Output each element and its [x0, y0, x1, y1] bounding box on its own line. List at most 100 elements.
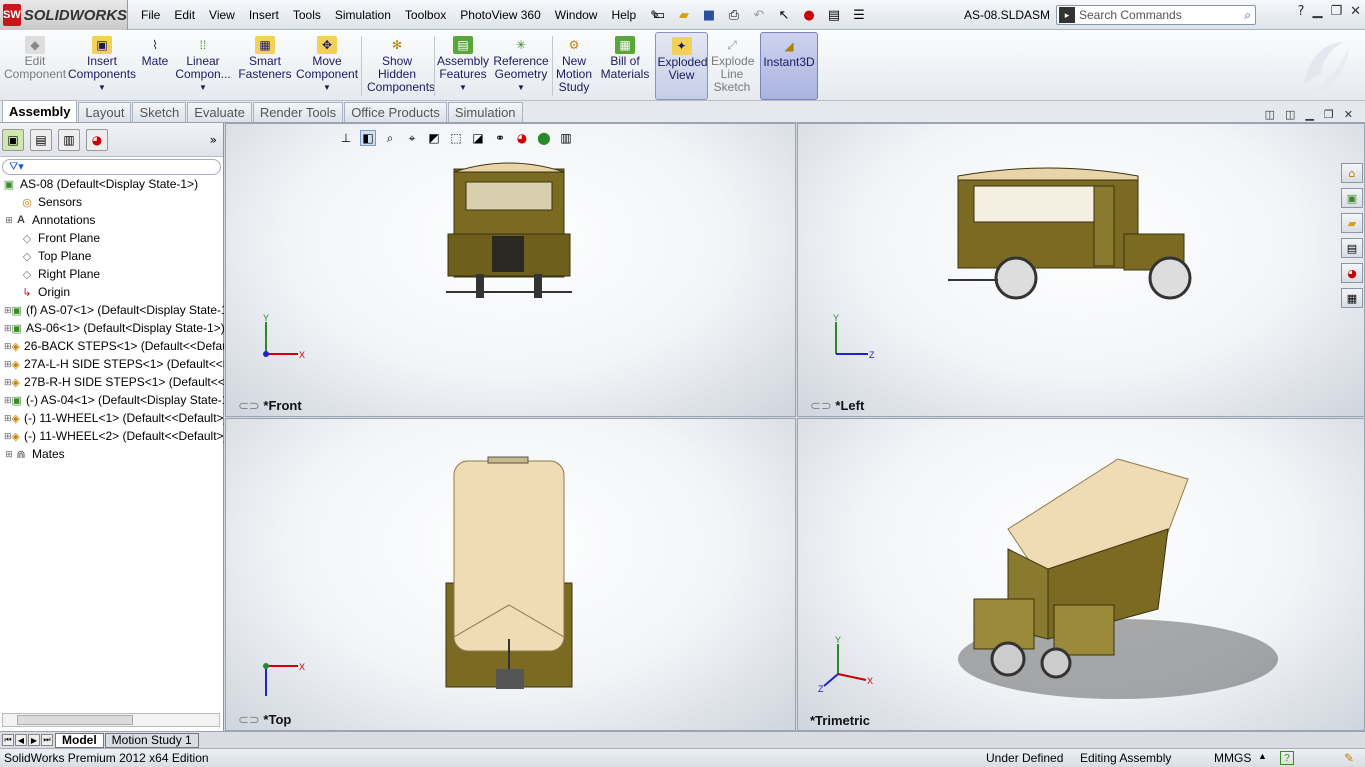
- help-icon[interactable]: ?: [1298, 4, 1305, 19]
- scrollbar-thumb[interactable]: [17, 715, 133, 725]
- viewport-top[interactable]: X ⊂⊃ *Top: [225, 418, 796, 731]
- assembly-features-button[interactable]: ▤ Assembly Features ▼: [437, 32, 489, 100]
- tab-layout[interactable]: Layout: [78, 102, 132, 122]
- configuration-manager-tab-icon[interactable]: ▥: [58, 128, 80, 151]
- expand-plus-icon[interactable]: ⊞: [4, 359, 12, 370]
- previous-view-icon[interactable]: ⌖: [404, 130, 420, 146]
- view-palette-icon[interactable]: ▤: [1341, 238, 1363, 258]
- chevron-down-icon[interactable]: ▼: [199, 81, 207, 94]
- display-style-icon[interactable]: ◪: [470, 130, 486, 146]
- tree-item-lh-side-steps[interactable]: ⊞ ◈ 27A-L-H SIDE STEPS<1> (Default<<Defa…: [0, 355, 224, 373]
- tab-motion-study-1[interactable]: Motion Study 1: [104, 732, 199, 748]
- open-folder-icon[interactable]: ▰: [673, 5, 695, 25]
- linear-pattern-button[interactable]: ⁞⁞ Linear Compon... ▼: [174, 32, 232, 100]
- property-manager-tab-icon[interactable]: ▤: [30, 128, 52, 151]
- menu-tools[interactable]: Tools: [286, 8, 328, 22]
- exploded-view-button[interactable]: ✦ Exploded View: [655, 32, 708, 100]
- expand-plus-icon[interactable]: ⊞: [4, 215, 14, 226]
- menu-insert[interactable]: Insert: [242, 8, 286, 22]
- tree-item-back-steps[interactable]: ⊞ ◈ 26-BACK STEPS<1> (Default<<Default>_…: [0, 337, 224, 355]
- tree-item-top-plane[interactable]: ◇ Top Plane: [0, 247, 224, 265]
- mate-button[interactable]: ⌇ Mate: [138, 32, 172, 100]
- chevron-down-icon[interactable]: ▼: [323, 81, 331, 94]
- minimize-icon[interactable]: ▁: [1312, 4, 1322, 19]
- split-view-icon[interactable]: ◫: [1265, 108, 1275, 121]
- units-arrow-icon[interactable]: ▲: [1258, 751, 1267, 761]
- zoom-to-fit-icon[interactable]: ◧: [360, 130, 376, 146]
- zoom-to-area-icon[interactable]: ⌕: [382, 130, 398, 146]
- menu-help[interactable]: Help: [604, 8, 643, 22]
- section-view-icon[interactable]: ◩: [426, 130, 442, 146]
- show-hidden-components-button[interactable]: ✻ Show Hidden Components: [364, 32, 435, 100]
- viewport-trimetric[interactable]: Y X Z *Trimetric: [797, 418, 1365, 731]
- viewport-left[interactable]: Y Z ⊂⊃ *Left: [797, 123, 1365, 417]
- expand-plus-icon[interactable]: ⊞: [4, 305, 12, 316]
- new-document-icon[interactable]: ▭: [648, 5, 670, 25]
- tree-filter[interactable]: ⛛▾: [2, 159, 221, 175]
- design-library-icon[interactable]: ▣: [1341, 188, 1363, 208]
- scene-icon[interactable]: ⬤: [536, 130, 552, 146]
- tree-item-as07[interactable]: ⊞ ▣ (f) AS-07<1> (Default<Display State-…: [0, 301, 224, 319]
- tab-assembly[interactable]: Assembly: [2, 100, 78, 122]
- tree-item-wheel1[interactable]: ⊞ ◈ (-) 11-WHEEL<1> (Default<<Default>_D…: [0, 409, 224, 427]
- tab-simulation[interactable]: Simulation: [447, 102, 523, 122]
- smart-fasteners-button[interactable]: ▦ Smart Fasteners: [238, 32, 292, 100]
- tree-item-right-plane[interactable]: ◇ Right Plane: [0, 265, 224, 283]
- solidworks-logo[interactable]: SW SOLIDWORKS: [0, 0, 128, 30]
- save-icon[interactable]: ■: [698, 5, 720, 25]
- explode-line-sketch-button[interactable]: ⤢ Explode Line Sketch: [710, 32, 754, 100]
- file-properties-icon[interactable]: ▤: [823, 5, 845, 25]
- tree-item-as06[interactable]: ⊞ ▣ AS-06<1> (Default<Display State-1>): [0, 319, 224, 337]
- minimize-view-icon[interactable]: ▁: [1305, 108, 1313, 121]
- select-arrow-icon[interactable]: ↖: [773, 5, 795, 25]
- tab-render-tools[interactable]: Render Tools: [252, 102, 344, 122]
- appearances-icon[interactable]: ◕: [1341, 263, 1363, 283]
- tree-item-as04[interactable]: ⊞ ▣ (-) AS-04<1> (Default<Display State-…: [0, 391, 224, 409]
- chevron-down-icon[interactable]: ▼: [459, 81, 467, 94]
- expand-plus-icon[interactable]: ⊞: [4, 341, 12, 352]
- units-selector[interactable]: MMGS: [1214, 751, 1251, 765]
- tab-model[interactable]: Model: [55, 732, 104, 748]
- new-motion-study-button[interactable]: ⚙ New Motion Study: [554, 32, 594, 100]
- tree-item-annotations[interactable]: ⊞ A Annotations: [0, 211, 224, 229]
- expand-plus-icon[interactable]: ⊞: [4, 323, 12, 334]
- expand-chevron-icon[interactable]: »: [210, 133, 217, 147]
- search-commands[interactable]: ▸ Search Commands ⌕: [1056, 5, 1256, 25]
- tab-sketch[interactable]: Sketch: [132, 102, 187, 122]
- undo-icon[interactable]: ↶: [748, 5, 770, 25]
- tab-evaluate[interactable]: Evaluate: [187, 102, 252, 122]
- print-icon[interactable]: ⎙: [723, 5, 745, 25]
- horizontal-scrollbar[interactable]: [2, 713, 220, 727]
- link-views-icon[interactable]: ◫: [1285, 108, 1295, 121]
- rebuild-traffic-light-icon[interactable]: ●: [798, 5, 820, 25]
- help-status-icon[interactable]: ?: [1280, 751, 1294, 765]
- close-view-icon[interactable]: ✕: [1344, 108, 1353, 121]
- reference-geometry-button[interactable]: ✳ Reference Geometry ▼: [493, 32, 549, 100]
- appearance-icon[interactable]: ◕: [514, 130, 530, 146]
- move-component-button[interactable]: ✥ Move Component ▼: [296, 32, 358, 100]
- feature-tree-tab-icon[interactable]: ▣: [2, 128, 24, 151]
- restore-icon[interactable]: ❐: [1330, 4, 1342, 19]
- menu-photoview[interactable]: PhotoView 360: [453, 8, 548, 22]
- viewport-front[interactable]: Y X ⊂⊃ *Front: [225, 123, 796, 417]
- tree-root[interactable]: ▣ AS-08 (Default<Display State-1>): [0, 175, 224, 193]
- next-tab-icon[interactable]: ▶: [28, 734, 40, 746]
- view-orientation-icon[interactable]: ⊥: [338, 130, 354, 146]
- view-settings-icon[interactable]: ▥: [558, 130, 574, 146]
- first-tab-icon[interactable]: ⏮: [2, 734, 14, 746]
- chevron-down-icon[interactable]: ▼: [98, 81, 106, 94]
- tree-item-wheel2[interactable]: ⊞ ◈ (-) 11-WHEEL<2> (Default<<Default>_D…: [0, 427, 224, 445]
- menu-edit[interactable]: Edit: [167, 8, 202, 22]
- expand-plus-icon[interactable]: ⊞: [4, 431, 12, 442]
- chevron-down-icon[interactable]: ▼: [517, 81, 525, 94]
- display-manager-tab-icon[interactable]: ◕: [86, 128, 108, 151]
- close-icon[interactable]: ✕: [1350, 4, 1361, 19]
- file-explorer-icon[interactable]: ▰: [1341, 213, 1363, 233]
- search-icon[interactable]: ⌕: [1244, 8, 1251, 23]
- home-icon[interactable]: ⌂: [1341, 163, 1363, 183]
- instant3d-button[interactable]: ◢ Instant3D: [760, 32, 818, 100]
- rebuild-notice-icon[interactable]: ✎: [1344, 751, 1354, 765]
- last-tab-icon[interactable]: ⏭: [41, 734, 53, 746]
- insert-components-button[interactable]: ▣ Insert Components ▼: [68, 32, 136, 100]
- tree-item-sensors[interactable]: ◎ Sensors: [0, 193, 224, 211]
